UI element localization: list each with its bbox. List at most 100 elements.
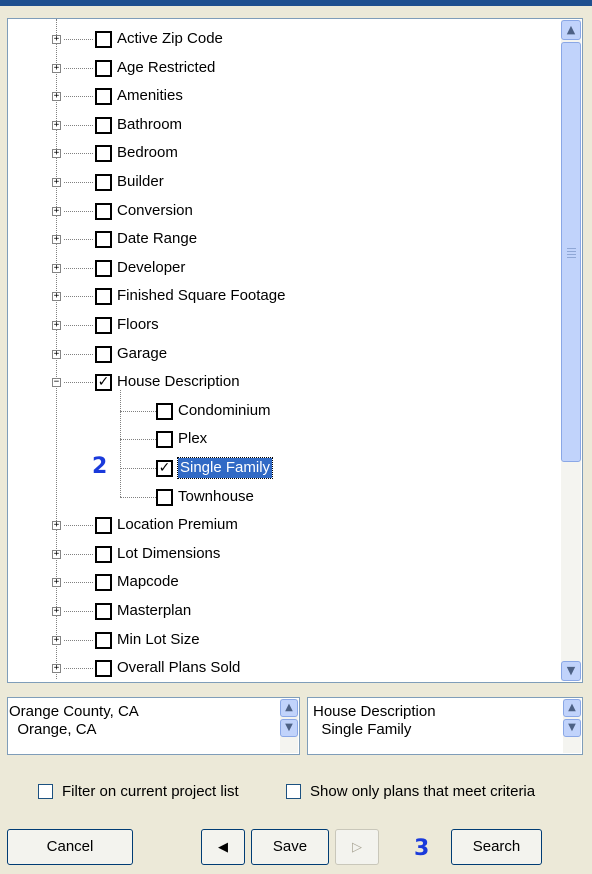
plus-box-icon[interactable]: + xyxy=(52,521,61,531)
plus-box-icon[interactable]: + xyxy=(52,178,61,187)
tree-item-label[interactable]: Bathroom xyxy=(117,115,182,135)
scroll-up-button[interactable]: ▲ xyxy=(563,699,581,717)
plus-box-icon[interactable]: + xyxy=(52,92,61,102)
tree-child-checkbox[interactable] xyxy=(156,488,173,506)
step-marker-2: 2 xyxy=(92,454,108,479)
tree-child-checkbox[interactable] xyxy=(156,431,173,449)
arrow-right-icon: ▷ xyxy=(352,840,362,855)
criteria-summary-list[interactable]: House Description Single Family ▲ ▼ xyxy=(307,697,583,755)
next-button[interactable]: ▷ xyxy=(335,829,379,865)
tree-checkbox[interactable] xyxy=(95,660,112,678)
minus-box-icon[interactable]: − xyxy=(52,378,61,388)
scroll-up-button[interactable]: ▲ xyxy=(280,699,298,717)
cancel-button[interactable]: Cancel xyxy=(7,829,133,865)
tree-checkbox[interactable] xyxy=(95,259,112,277)
tree-checkbox[interactable]: ✓ xyxy=(95,374,112,392)
plus-box-icon[interactable]: + xyxy=(52,235,61,245)
arrow-down-icon: ▼ xyxy=(568,722,576,733)
tree-item-label[interactable]: Bedroom xyxy=(117,143,178,163)
plus-box-icon[interactable]: + xyxy=(52,120,61,130)
plus-box-icon[interactable]: + xyxy=(52,149,61,159)
tree-item-label[interactable]: Developer xyxy=(117,258,185,278)
tree-checkbox[interactable] xyxy=(95,345,112,363)
plus-box-icon[interactable]: + xyxy=(52,63,61,73)
plus-box-icon[interactable]: + xyxy=(52,635,61,645)
tree-child-checkbox[interactable] xyxy=(156,402,173,420)
tree-item-label[interactable]: Lot Dimensions xyxy=(117,544,220,564)
location-list-scrollbar[interactable]: ▲ ▼ xyxy=(280,699,298,753)
tree-checkbox[interactable] xyxy=(95,116,112,134)
tree-child-label[interactable]: Condominium xyxy=(178,401,271,421)
plus-box-icon[interactable]: + xyxy=(52,607,61,616)
arrow-up-icon: ▲ xyxy=(285,702,293,713)
step-marker-3: 3 xyxy=(414,836,430,861)
filter-project-list-checkbox[interactable] xyxy=(38,783,53,799)
tree-checkbox[interactable] xyxy=(95,288,112,306)
tree-item-label[interactable]: Floors xyxy=(117,315,159,335)
tree-checkbox[interactable] xyxy=(95,231,112,249)
tree-checkbox[interactable] xyxy=(95,202,112,220)
arrow-up-icon: ▲ xyxy=(566,23,576,36)
tree-child-label[interactable]: Single Family xyxy=(176,457,274,479)
scroll-down-button[interactable]: ▼ xyxy=(563,719,581,737)
show-only-plans-checkbox[interactable] xyxy=(286,783,301,799)
tree-item-label[interactable]: Location Premium xyxy=(117,515,238,535)
scroll-down-button[interactable]: ▼ xyxy=(561,661,581,681)
tree-checkbox[interactable] xyxy=(95,631,112,649)
tree-item-label[interactable]: Active Zip Code xyxy=(117,29,223,49)
previous-button[interactable]: ◀ xyxy=(201,829,245,865)
criteria-line-1[interactable]: House Description xyxy=(313,703,436,721)
plus-box-icon[interactable]: + xyxy=(52,263,61,273)
plus-box-icon[interactable]: + xyxy=(52,321,61,330)
checkmark-icon: ✓ xyxy=(97,374,110,391)
tree-checkbox[interactable] xyxy=(95,88,112,106)
tree-checkbox[interactable] xyxy=(95,317,112,334)
plus-box-icon[interactable]: + xyxy=(52,578,61,588)
tree-item-label[interactable]: Age Restricted xyxy=(117,58,215,78)
location-line-1[interactable]: Orange County, CA xyxy=(9,703,139,721)
plus-box-icon[interactable]: + xyxy=(52,349,61,359)
filter-project-list-option[interactable]: Filter on current project list xyxy=(38,781,239,801)
tree-checkbox[interactable] xyxy=(95,145,112,163)
tree-item-label[interactable]: Finished Square Footage xyxy=(117,286,285,306)
tree-item-label[interactable]: Date Range xyxy=(117,229,197,249)
tree-checkbox[interactable] xyxy=(95,574,112,592)
tree-item-label[interactable]: Min Lot Size xyxy=(117,630,200,650)
tree-item-label[interactable]: Overall Plans Sold xyxy=(117,658,240,678)
tree-child-label[interactable]: Townhouse xyxy=(178,487,254,507)
tree-item-label[interactable]: Masterplan xyxy=(117,601,191,621)
search-button[interactable]: Search xyxy=(451,829,542,865)
location-line-2[interactable]: Orange, CA xyxy=(9,721,96,739)
tree-item-label[interactable]: Builder xyxy=(117,172,164,192)
tree-item-label[interactable]: Mapcode xyxy=(117,572,179,592)
tree-child-label[interactable]: Plex xyxy=(178,429,207,449)
plus-box-icon[interactable]: + xyxy=(52,664,61,674)
tree-item-label[interactable]: Garage xyxy=(117,344,167,364)
tree-child-checkbox[interactable]: ✓ xyxy=(156,460,173,477)
save-button[interactable]: Save xyxy=(251,829,329,865)
criteria-line-2[interactable]: Single Family xyxy=(313,721,411,739)
tree-item-label[interactable]: House Description xyxy=(117,372,240,392)
plus-box-icon[interactable]: + xyxy=(52,35,61,44)
tree-scrollbar[interactable]: ▲ ▼ xyxy=(561,20,581,681)
tree-checkbox[interactable] xyxy=(95,174,112,191)
plus-box-icon[interactable]: + xyxy=(52,292,61,302)
tree-checkbox[interactable] xyxy=(95,545,112,563)
scroll-down-button[interactable]: ▼ xyxy=(280,719,298,737)
plus-box-icon[interactable]: + xyxy=(52,549,61,559)
tree-item-label[interactable]: Amenities xyxy=(117,86,183,106)
tree-checkbox[interactable] xyxy=(95,59,112,77)
arrow-left-icon: ◀ xyxy=(218,840,228,855)
tree-checkbox[interactable] xyxy=(95,31,112,48)
tree-checkbox[interactable] xyxy=(95,517,112,535)
show-only-plans-option[interactable]: Show only plans that meet criteria xyxy=(286,781,535,801)
arrow-down-icon: ▼ xyxy=(285,722,293,733)
tree-checkbox[interactable] xyxy=(95,603,112,620)
plus-box-icon[interactable]: + xyxy=(52,206,61,216)
scrollbar-thumb[interactable] xyxy=(561,42,581,462)
location-list[interactable]: Orange County, CA Orange, CA ▲ ▼ xyxy=(7,697,300,755)
scroll-up-button[interactable]: ▲ xyxy=(561,20,581,40)
criteria-list-scrollbar[interactable]: ▲ ▼ xyxy=(563,699,581,753)
criteria-tree[interactable]: ▲ ▼ + Active Zip Code + Age Restricted + Amen… xyxy=(7,18,583,683)
tree-item-label[interactable]: Conversion xyxy=(117,201,193,221)
